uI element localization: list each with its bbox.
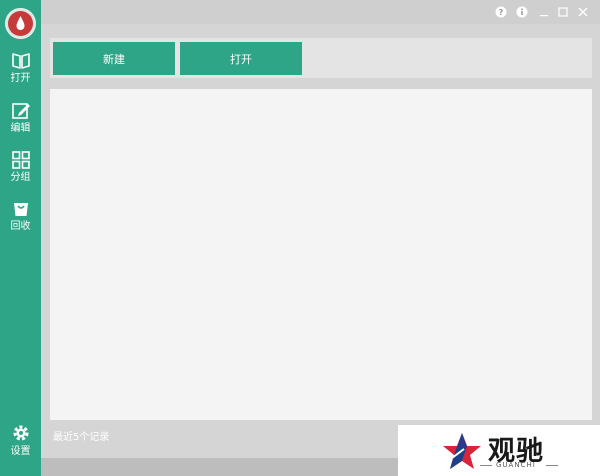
sidebar-item-settings[interactable]: 设置 — [0, 423, 41, 467]
recent-records-label: 最近5个记录 — [53, 432, 110, 443]
sidebar-item-label: 打开 — [10, 73, 31, 84]
help-icon: ? — [495, 6, 507, 18]
gear-icon — [13, 425, 28, 441]
trash-bag-icon — [13, 203, 28, 216]
app-logo — [5, 8, 36, 39]
svg-text:?: ? — [499, 8, 504, 17]
maximize-button[interactable] — [555, 4, 571, 20]
open-button[interactable]: 打开 — [180, 42, 302, 75]
help-button[interactable]: ? — [493, 4, 509, 20]
sidebar-item-label: 分组 — [10, 172, 31, 183]
maximize-icon — [558, 7, 568, 17]
minimize-button[interactable] — [536, 4, 552, 20]
logo-drop-icon — [8, 11, 33, 36]
main-content-area — [50, 89, 592, 420]
toolbar: 新建 打开 — [50, 38, 592, 78]
new-button[interactable]: 新建 — [53, 42, 175, 75]
sidebar-item-recycle[interactable]: 回收 — [0, 200, 41, 244]
watermark-line-left — [480, 465, 492, 466]
sidebar-item-open[interactable]: 打开 — [0, 52, 41, 96]
watermark-sub: GUANCHI — [496, 461, 536, 469]
close-icon — [578, 7, 588, 17]
sidebar: 打开 编辑 分组 回收 设置 — [0, 0, 41, 476]
close-button[interactable] — [575, 4, 591, 20]
sidebar-item-group[interactable]: 分组 — [0, 151, 41, 195]
sidebar-item-label: 编辑 — [10, 123, 31, 134]
sidebar-item-label: 设置 — [10, 446, 31, 457]
sidebar-item-label: 回收 — [10, 221, 31, 232]
sidebar-item-edit[interactable]: 编辑 — [0, 102, 41, 146]
minimize-icon — [540, 15, 548, 17]
grid-icon — [11, 151, 30, 169]
watermark-line-right — [546, 465, 558, 466]
info-button[interactable] — [514, 4, 530, 20]
edit-icon — [11, 103, 30, 119]
star-logo-icon — [443, 433, 481, 469]
title-bar: ? — [41, 0, 600, 24]
book-open-icon — [11, 53, 30, 69]
info-icon — [516, 6, 528, 18]
watermark: 观驰 GUANCHI — [398, 425, 600, 476]
